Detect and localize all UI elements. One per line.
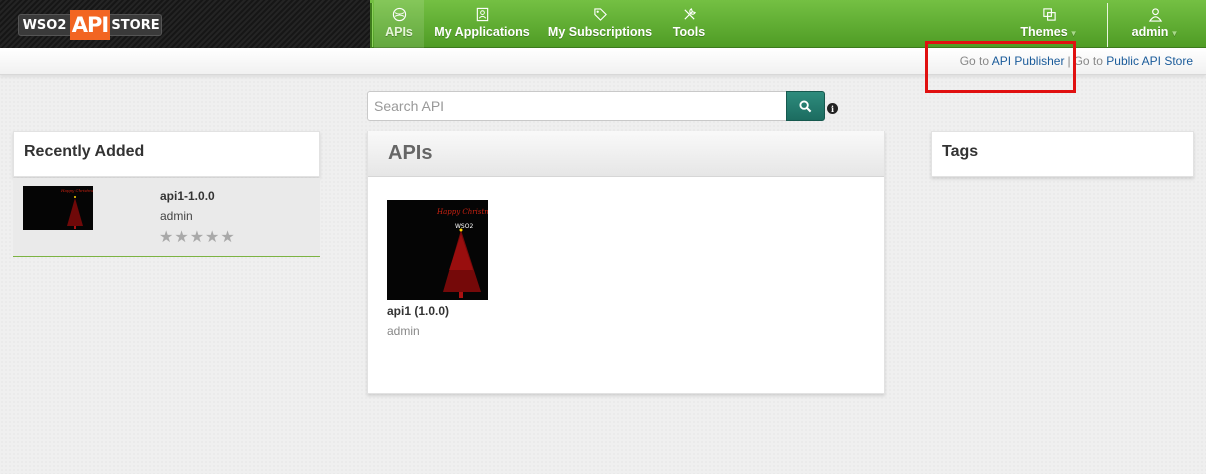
- star-icon[interactable]: ★: [174, 229, 188, 245]
- api-thumbnail[interactable]: Happy Christmas WSO2: [387, 200, 488, 300]
- nav-tools[interactable]: Tools: [666, 0, 712, 48]
- nav-my-applications-label: My Applications: [434, 25, 530, 39]
- nav-apis[interactable]: APIs: [374, 0, 424, 48]
- christmas-tree-image: Happy Christmas: [60, 188, 93, 229]
- logo-store-text: STORE: [110, 14, 162, 36]
- link-separator: |: [1067, 54, 1071, 68]
- apis-title: APIs: [388, 142, 433, 164]
- chevron-down-icon: ▼: [1170, 29, 1179, 38]
- nav-my-applications[interactable]: My Applications: [432, 0, 532, 48]
- apis-panel-header: APIs: [368, 131, 884, 177]
- nav-divider: [1107, 3, 1108, 47]
- search-button[interactable]: [786, 91, 825, 121]
- apis-panel: APIs Happy Christmas WSO2 api1 (1.0.0) a…: [367, 131, 885, 394]
- user-icon: [1147, 6, 1163, 22]
- star-icon[interactable]: ★: [205, 229, 219, 245]
- nav-apis-label: APIs: [385, 25, 413, 39]
- svg-text:WSO2: WSO2: [455, 223, 473, 230]
- logo-wso2-text: WSO2: [18, 14, 70, 36]
- star-rating[interactable]: ★ ★ ★ ★ ★: [159, 229, 235, 245]
- api-owner: admin: [387, 324, 420, 338]
- goto-links: Go to API Publisher | Go to Public API Sto…: [960, 54, 1193, 68]
- search-icon: [799, 99, 812, 112]
- api-thumbnail[interactable]: Happy Christmas: [23, 186, 93, 230]
- themes-icon: [1041, 6, 1057, 22]
- tags-title: Tags: [942, 143, 979, 160]
- apis-icon: [391, 6, 407, 22]
- goto-prefix: Go to: [1073, 54, 1103, 68]
- star-icon[interactable]: ★: [220, 229, 234, 245]
- recent-api-name[interactable]: api1-1.0.0: [160, 189, 215, 203]
- tag-icon: [592, 6, 608, 22]
- svg-text:Happy Christmas: Happy Christmas: [436, 208, 488, 216]
- star-icon[interactable]: ★: [190, 229, 204, 245]
- nav-user-menu[interactable]: admin ▼: [1114, 0, 1196, 48]
- tools-icon: [681, 6, 697, 22]
- search-input[interactable]: [367, 91, 787, 121]
- nav-user-label: admin ▼: [1132, 25, 1179, 39]
- tags-panel: Tags: [931, 131, 1194, 177]
- goto-prefix: Go to: [959, 54, 990, 68]
- api-name-link[interactable]: api1 (1.0.0): [387, 304, 449, 318]
- applications-icon: [474, 6, 490, 22]
- info-icon[interactable]: i: [827, 103, 838, 114]
- chevron-down-icon: ▼: [1069, 29, 1078, 38]
- sub-header-bar: Go to API Publisher | Go to Public API Sto…: [0, 48, 1206, 75]
- top-navbar: WSO2 API STORE APIs My Applications My S…: [0, 0, 1206, 48]
- recently-added-panel: Recently Added: [13, 131, 320, 177]
- recent-api-owner: admin: [160, 209, 193, 223]
- nav-themes-label: Themes ▼: [1020, 25, 1077, 39]
- public-api-store-link[interactable]: Public API Store: [1106, 54, 1193, 68]
- nav-separator: [370, 3, 373, 47]
- nav-themes[interactable]: Themes ▼: [1020, 0, 1078, 48]
- nav-my-subscriptions[interactable]: My Subscriptions: [546, 0, 654, 48]
- logo-api-text: API: [70, 10, 110, 40]
- logo-area: WSO2 API STORE: [0, 0, 370, 48]
- nav-my-subscriptions-label: My Subscriptions: [547, 25, 653, 39]
- recently-added-title: Recently Added: [24, 143, 145, 160]
- svg-text:Happy Christmas: Happy Christmas: [60, 188, 93, 193]
- nav-tools-label: Tools: [672, 25, 706, 39]
- wso2-api-store-logo[interactable]: WSO2 API STORE: [18, 10, 162, 40]
- user-name-text: admin: [1131, 25, 1169, 39]
- list-item[interactable]: Happy Christmas api1-1.0.0 admin ★ ★ ★ ★…: [13, 178, 320, 257]
- themes-text: Themes: [1020, 25, 1068, 39]
- christmas-tree-image: Happy Christmas WSO2: [436, 208, 488, 298]
- api-publisher-link[interactable]: API Publisher: [992, 54, 1065, 68]
- star-icon[interactable]: ★: [159, 229, 173, 245]
